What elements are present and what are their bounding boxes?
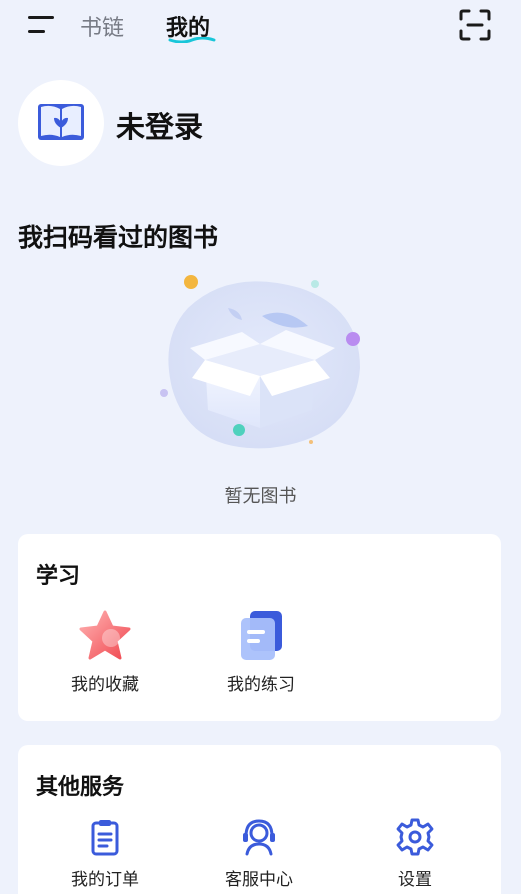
- avatar[interactable]: [18, 80, 104, 166]
- settings-label: 设置: [398, 870, 432, 890]
- headset-icon: [243, 819, 275, 856]
- document-icon: [241, 611, 282, 660]
- study-title: 学习: [36, 564, 81, 589]
- top-bar: 书链 我的: [0, 0, 521, 52]
- settings-button[interactable]: 设置: [340, 817, 490, 890]
- scan-icon[interactable]: [458, 8, 492, 42]
- gear-icon: [396, 818, 434, 856]
- my-orders-button[interactable]: 我的订单: [30, 817, 180, 890]
- login-status[interactable]: 未登录: [116, 104, 203, 146]
- clipboard-icon: [91, 820, 119, 856]
- book-logo-icon: [38, 104, 84, 140]
- section-title-scanned-books: 我扫码看过的图书: [18, 223, 219, 252]
- empty-box-illustration: [160, 275, 360, 449]
- other-services-card: 其他服务 我的订单 客服中心 设置: [18, 745, 501, 894]
- my-exercises-label: 我的练习: [227, 675, 295, 695]
- customer-service-label: 客服中心: [225, 870, 293, 890]
- customer-service-button[interactable]: 客服中心: [184, 817, 334, 890]
- menu-icon[interactable]: [28, 14, 58, 36]
- my-favorites-button[interactable]: 我的收藏: [30, 610, 180, 695]
- study-card: 学习 我的收藏 我的练习: [18, 534, 501, 721]
- other-services-title: 其他服务: [36, 775, 125, 800]
- active-tab-indicator: [168, 37, 216, 43]
- tab-book-chain[interactable]: 书链: [80, 10, 124, 42]
- empty-state-text: 暂无图书: [224, 486, 297, 507]
- my-orders-label: 我的订单: [71, 870, 139, 890]
- star-icon: [79, 610, 131, 660]
- my-exercises-button[interactable]: 我的练习: [186, 610, 336, 695]
- my-favorites-label: 我的收藏: [71, 675, 139, 695]
